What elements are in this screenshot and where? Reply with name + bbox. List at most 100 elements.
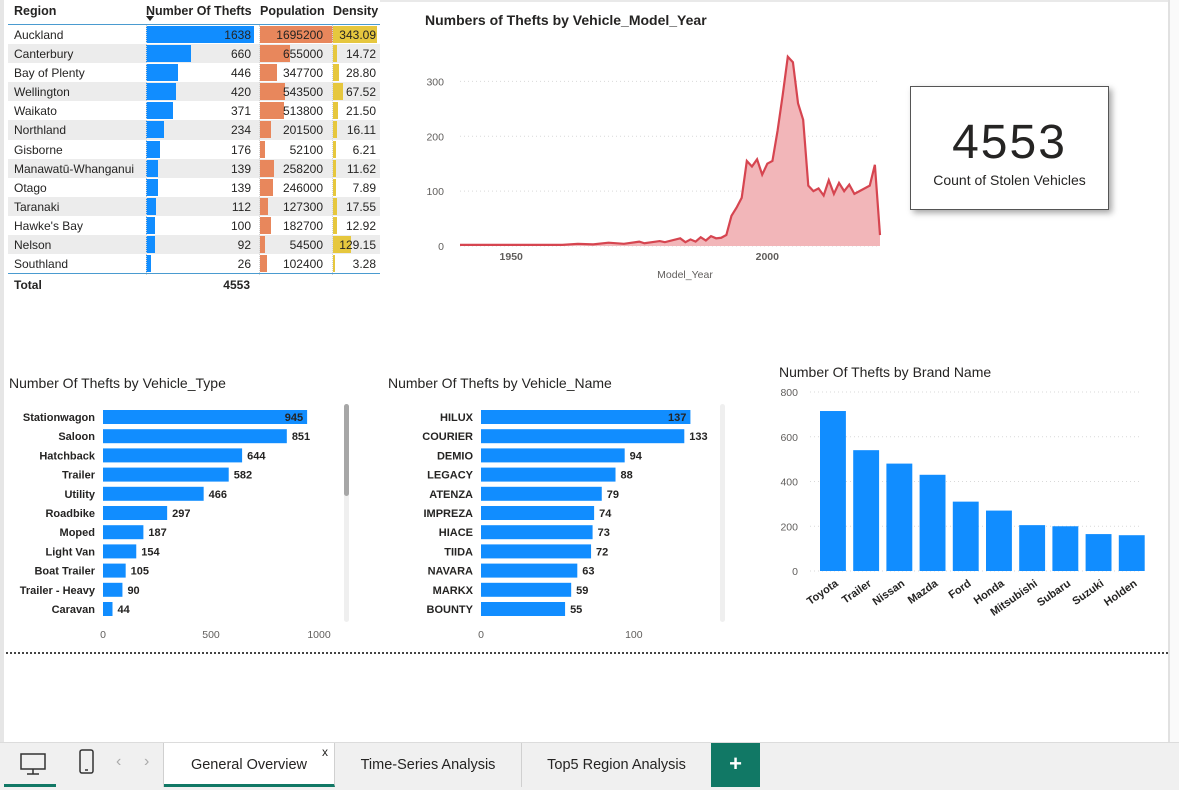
bar[interactable] <box>103 467 229 482</box>
bar[interactable] <box>820 411 846 571</box>
model-year-chart-title: Numbers of Thefts by Vehicle_Model_Year <box>425 12 707 28</box>
vehicle-type-scrollbar[interactable] <box>344 404 349 622</box>
data-label: 79 <box>607 489 619 501</box>
region-name: Hawke's Bay <box>14 218 83 233</box>
thefts-bar <box>146 45 192 63</box>
bar[interactable] <box>103 429 287 444</box>
bar[interactable] <box>103 582 123 597</box>
bar[interactable] <box>481 429 685 444</box>
bar[interactable] <box>886 463 913 571</box>
prev-page-icon[interactable]: ‹ <box>116 743 132 787</box>
y-tick-label: 0 <box>792 566 798 578</box>
density-value: 21.50 <box>345 104 376 119</box>
table-row[interactable]: Northland 234 201500 16.11 <box>8 120 380 140</box>
population-value: 513800 <box>282 104 323 119</box>
category-label: Suzuki <box>1070 578 1106 608</box>
table-row[interactable]: Canterbury 660 655000 14.72 <box>8 44 380 64</box>
bar[interactable] <box>103 602 113 616</box>
bar[interactable] <box>481 410 691 424</box>
thefts-bar <box>146 216 156 234</box>
header-region[interactable]: Region <box>14 4 56 18</box>
model-year-area-chart[interactable]: 0 100 200 300 1950 2000 Model_Year <box>410 34 890 284</box>
tab-top5-region-analysis[interactable]: Top5 Region Analysis <box>522 743 711 787</box>
table-row[interactable]: Hawke's Bay 100 182700 12.92 <box>8 216 380 235</box>
y-tick-label: 300 <box>426 76 444 88</box>
table-header: Region Number Of Thefts Population Densi… <box>8 0 380 25</box>
population-value: 102400 <box>282 257 323 272</box>
bar[interactable] <box>1118 535 1145 571</box>
vehicle-type-chart-title: Number Of Thefts by Vehicle_Type <box>9 375 226 391</box>
bar[interactable] <box>1052 526 1079 571</box>
x-tick-label: 1000 <box>307 629 331 641</box>
data-label: 59 <box>576 585 588 597</box>
bar[interactable] <box>103 544 137 559</box>
vehicle-name-bar-chart[interactable]: HILUX 137 COURIER 133 DEMIO 94 LEGACY 88 ATENZA 7… <box>380 396 725 648</box>
close-tab-icon[interactable]: x <box>322 745 328 759</box>
header-number-of-thefts[interactable]: Number Of Thefts <box>146 4 252 18</box>
bar[interactable] <box>481 467 616 482</box>
bar[interactable] <box>103 563 126 578</box>
table-row[interactable]: Southland 26 102400 3.28 <box>8 254 380 273</box>
bar[interactable] <box>481 525 593 540</box>
population-value: 246000 <box>282 180 323 195</box>
bar[interactable] <box>481 448 625 463</box>
category-label: HIACE <box>439 527 473 539</box>
bar[interactable] <box>103 506 168 520</box>
bar[interactable] <box>481 582 572 597</box>
region-table[interactable]: Region Number Of Thefts Population Densi… <box>8 0 380 295</box>
bar[interactable] <box>481 486 602 501</box>
thefts-bar <box>146 140 161 158</box>
vehicle-type-bar-chart[interactable]: Stationwagon 945 Saloon 851 Hatchback 644 Trai… <box>0 396 345 648</box>
density-value: 3.28 <box>352 257 376 272</box>
table-row[interactable]: Manawatū-Whanganui 139 258200 11.62 <box>8 158 380 178</box>
data-label: 133 <box>689 431 707 443</box>
add-page-button[interactable]: + <box>711 743 760 787</box>
bar[interactable] <box>919 474 946 571</box>
vehicle-name-scrollbar[interactable] <box>720 404 725 622</box>
tab-time-series-analysis[interactable]: Time-Series Analysis <box>335 743 522 787</box>
table-row[interactable]: Auckland 1638 1695200 343.09 <box>8 25 380 44</box>
bar[interactable] <box>853 450 880 571</box>
bar[interactable] <box>1019 525 1046 571</box>
bar[interactable] <box>952 501 979 571</box>
bar[interactable] <box>103 448 243 463</box>
bar[interactable] <box>481 602 566 616</box>
stolen-vehicles-card[interactable]: 4553 Count of Stolen Vehicles <box>910 86 1109 210</box>
bar[interactable] <box>986 510 1012 571</box>
category-label: Utility <box>64 489 95 501</box>
density-value: 6.21 <box>352 142 376 157</box>
tab-label: General Overview <box>190 757 308 773</box>
table-row[interactable]: Taranaki 112 127300 17.55 <box>8 196 380 216</box>
card-label: Count of Stolen Vehicles <box>933 172 1086 188</box>
vehicle-type-scroll-thumb[interactable] <box>344 404 349 496</box>
table-row[interactable]: Gisborne 176 52100 6.21 <box>8 140 380 159</box>
header-density[interactable]: Density <box>333 4 378 18</box>
data-label: 72 <box>596 546 608 558</box>
bar[interactable] <box>481 563 578 578</box>
thefts-bar <box>146 121 164 139</box>
thefts-value: 371 <box>230 104 251 119</box>
bar[interactable] <box>103 486 204 501</box>
thefts-value: 420 <box>230 85 251 100</box>
bar[interactable] <box>103 525 144 540</box>
bar[interactable] <box>1085 534 1112 571</box>
category-label: Caravan <box>52 604 96 616</box>
brand-bar-chart[interactable]: 0 200 400 600 800 Toyota TrailerNissanMazda For… <box>770 382 1165 632</box>
desktop-view-button[interactable] <box>4 743 56 787</box>
table-row[interactable]: Bay of Plenty 446 347700 28.80 <box>8 63 380 82</box>
bar[interactable] <box>481 544 592 559</box>
bar[interactable] <box>481 506 595 520</box>
category-label: Saloon <box>58 431 95 443</box>
table-row[interactable]: Otago 139 246000 7.89 <box>8 178 380 197</box>
thefts-bar <box>146 64 178 82</box>
next-page-icon[interactable]: › <box>144 743 160 787</box>
mobile-view-button[interactable] <box>62 743 112 787</box>
table-row[interactable]: Wellington 420 543500 67.52 <box>8 82 380 102</box>
table-row[interactable]: Waikato 371 513800 21.50 <box>8 101 380 120</box>
bar[interactable] <box>103 410 308 424</box>
population-value: 201500 <box>282 123 323 138</box>
header-population[interactable]: Population <box>260 4 325 18</box>
table-row[interactable]: Nelson 92 54500 129.15 <box>8 235 380 255</box>
tab-general-overview[interactable]: General Overview x <box>164 743 335 787</box>
category-label: IMPREZA <box>424 508 474 520</box>
